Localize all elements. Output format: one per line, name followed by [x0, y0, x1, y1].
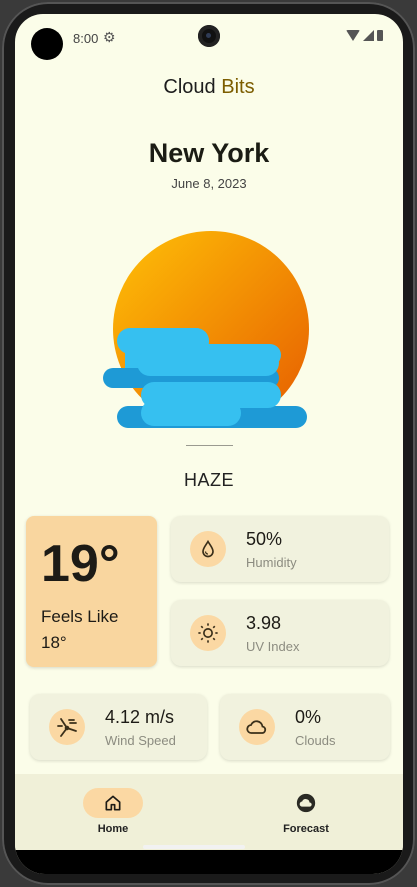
- cloud-icon: [239, 709, 275, 745]
- home-gesture-bar[interactable]: [143, 845, 245, 849]
- water-drop-icon: [190, 531, 226, 567]
- uv-index-label: UV Index: [246, 639, 300, 654]
- overlay-dot: [31, 28, 63, 60]
- clouds-card: 0% Clouds: [220, 694, 390, 760]
- feels-like-label: Feels Like: [41, 607, 119, 626]
- phone-frame: 8:00 ⚙ Cloud Bits New York June 8, 2023: [2, 2, 415, 885]
- humidity-value: 50%: [246, 529, 283, 549]
- app-title-accent: Bits: [221, 76, 255, 98]
- clouds-label: Clouds: [295, 733, 336, 748]
- sun-icon: [190, 615, 226, 651]
- nav-forecast[interactable]: Forecast: [266, 788, 346, 835]
- humidity-card: 50% Humidity: [171, 516, 389, 582]
- battery-icon: [377, 30, 383, 41]
- nav-home-label: Home: [97, 823, 129, 835]
- current-date: June 8, 2023: [171, 176, 247, 191]
- divider: [186, 445, 233, 446]
- clouds-value: 0%: [295, 707, 322, 727]
- temperature-value: 19°: [41, 535, 120, 593]
- nav-home[interactable]: Home: [73, 788, 153, 835]
- wind-speed-label: Wind Speed: [105, 733, 176, 748]
- wind-icon: [49, 709, 85, 745]
- wind-speed-card: 4.12 m/s Wind Speed: [30, 694, 207, 760]
- app-title-main: Cloud: [163, 76, 216, 98]
- signal-icon: [363, 30, 374, 41]
- app-title: Cloud Bits: [15, 76, 403, 99]
- wind-speed-value: 4.12 m/s: [105, 707, 175, 727]
- bottom-navigation: Home Forecast: [15, 774, 403, 850]
- home-icon: [105, 795, 121, 811]
- temperature-card: 19° Feels Like 18°: [26, 516, 157, 667]
- nav-home-indicator: [83, 788, 143, 818]
- forecast-cloud-icon: [296, 793, 316, 813]
- humidity-label: Humidity: [246, 555, 297, 570]
- nav-forecast-label: Forecast: [283, 823, 329, 835]
- uv-index-value: 3.98: [246, 613, 282, 633]
- feels-like: Feels Like 18°: [41, 604, 118, 656]
- system-icons: [346, 30, 383, 41]
- camera-punch-hole: [198, 25, 220, 47]
- gesture-area: [15, 850, 403, 874]
- wifi-icon: [346, 30, 360, 41]
- feels-like-value: 18°: [41, 633, 67, 652]
- status-time: 8:00: [73, 31, 99, 46]
- gear-icon: ⚙: [103, 29, 116, 45]
- haze-weather-icon: [103, 231, 309, 428]
- app-screen: 8:00 ⚙ Cloud Bits New York June 8, 2023: [15, 14, 403, 874]
- status-bar: 8:00 ⚙: [15, 14, 403, 60]
- weather-condition: HAZE: [183, 470, 234, 490]
- city-name: New York: [148, 138, 270, 168]
- uv-index-card: 3.98 UV Index: [171, 600, 389, 666]
- nav-forecast-indicator: [276, 788, 336, 818]
